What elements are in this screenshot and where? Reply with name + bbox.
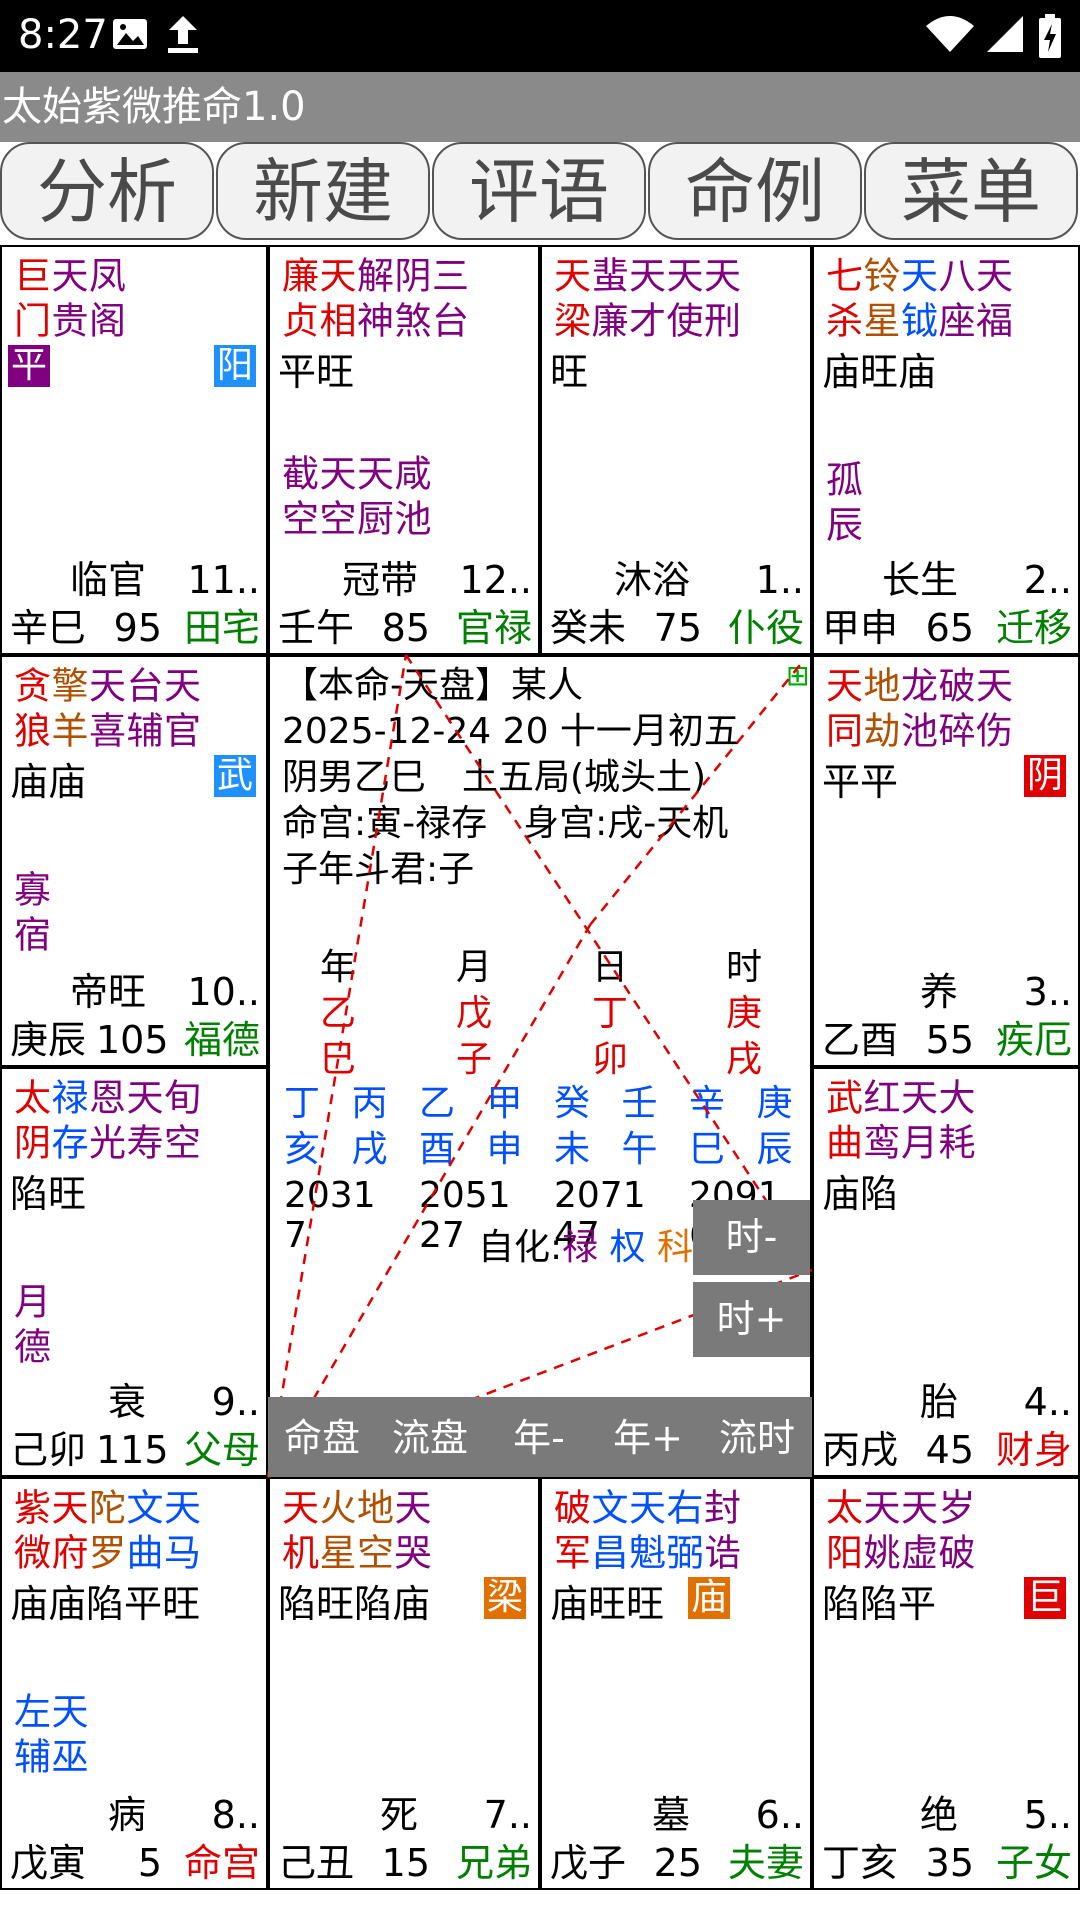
comments-button[interactable]: 评语 (432, 142, 646, 240)
menu-button[interactable]: 菜单 (864, 142, 1078, 240)
flow-chart-button[interactable]: 流盘 (378, 1401, 482, 1475)
aspect-line (266, 654, 408, 1478)
upload-icon (165, 14, 201, 60)
aspect-line (589, 664, 801, 926)
hour-minus-button[interactable]: 时- (693, 1200, 810, 1275)
aspect-line (404, 654, 814, 1271)
aspect-lines (266, 654, 814, 1479)
analyze-button[interactable]: 分析 (0, 142, 214, 240)
hour-plus-button[interactable]: 时+ (693, 1282, 810, 1357)
examples-button[interactable]: 命例 (648, 142, 862, 240)
badge-chou: 梁 (484, 1577, 526, 1619)
year-plus-button[interactable]: 年+ (596, 1401, 700, 1475)
flow-hour-button[interactable]: 流时 (704, 1401, 810, 1475)
status-bar: 8:27 (0, 0, 1080, 72)
badge-si-left: 平 (8, 345, 50, 387)
nav-toolbar: 分析 新建 评语 命例 菜单 (0, 142, 1080, 242)
aspect-line (266, 924, 592, 1478)
signal-icon (985, 14, 1025, 58)
badge-chen: 武 (214, 755, 256, 797)
natal-chart-button[interactable]: 命盘 (270, 1401, 374, 1475)
badge-si-right: 阳 (214, 345, 256, 387)
year-minus-button[interactable]: 年- (487, 1401, 591, 1475)
badge-hai: 巨 (1024, 1577, 1066, 1619)
badge-you: 阴 (1024, 755, 1066, 797)
wifi-icon (925, 14, 975, 58)
badge-zi: 庙 (688, 1577, 730, 1619)
app-title: 太始紫微推命1.0 (0, 72, 1080, 142)
battery-charging-icon (1038, 14, 1062, 62)
status-time: 8:27 (18, 12, 108, 58)
image-notification-icon (110, 14, 150, 58)
astrology-chart: 巨门天贵凤阁 临官 11.. 辛巳 95 田宅 廉贞天相解神阴煞三台 平旺 截空天空天厨咸池 冠带… (0, 245, 1080, 1890)
new-button[interactable]: 新建 (216, 142, 430, 240)
